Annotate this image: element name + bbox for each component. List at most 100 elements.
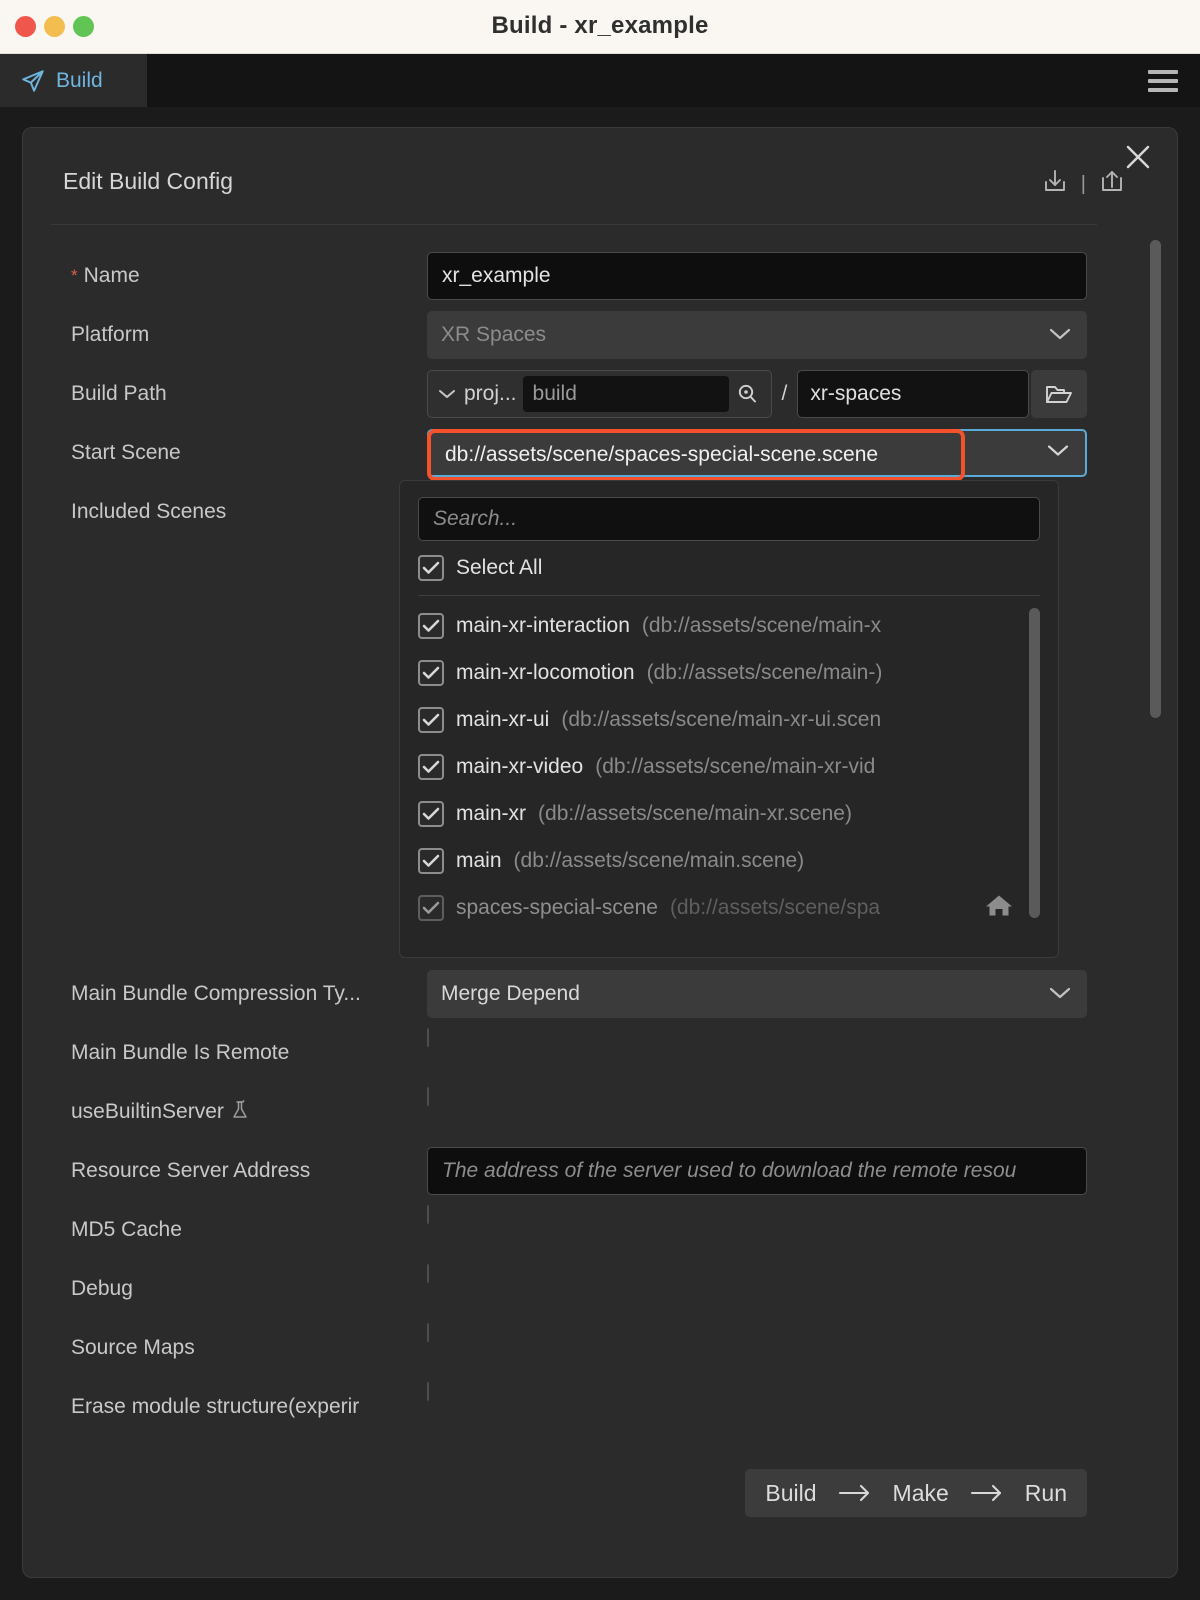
source-maps-checkbox[interactable] (427, 1323, 429, 1342)
form-row-start-scene: Start Scene db://assets/scene/spaces-spe… (71, 429, 1087, 481)
build-config-form: * Name xr_example Platform XR Spaces Bui… (23, 236, 1177, 1577)
flask-experimental-icon (230, 1098, 250, 1126)
bundle-remote-checkbox[interactable] (427, 1028, 429, 1047)
home-icon (984, 892, 1014, 923)
debug-checkbox[interactable] (427, 1264, 429, 1283)
scene-path: (db://assets/scene/spa (669, 895, 881, 919)
panel-header: Edit Build Config | (23, 128, 1177, 225)
chevron-down-icon (1049, 982, 1071, 1006)
panel-scrollbar[interactable] (1150, 240, 1161, 718)
md5-cache-checkbox[interactable] (427, 1205, 429, 1224)
bundle-remote-label: Main Bundle Is Remote (71, 1041, 290, 1064)
scene-checkbox[interactable] (418, 894, 444, 921)
tab-bar: Build (0, 54, 1200, 107)
make-button[interactable]: Make (891, 1480, 951, 1507)
resource-server-label: Resource Server Address (71, 1159, 311, 1182)
folder-open-icon[interactable] (1031, 370, 1087, 418)
resource-server-input[interactable]: The address of the server used to downlo… (427, 1147, 1087, 1195)
scene-dropdown-popup: Search... Select All main-xr-interaction… (399, 480, 1059, 958)
hamburger-menu-icon[interactable] (1148, 69, 1178, 92)
search-icon[interactable] (729, 381, 765, 407)
resource-server-placeholder: The address of the server used to downlo… (442, 1159, 1017, 1182)
scene-checkbox[interactable] (418, 753, 444, 780)
start-scene-value: db://assets/scene/spaces-special-scene.s… (427, 429, 965, 481)
chevron-down-icon (1047, 444, 1069, 463)
scene-name: main (456, 848, 502, 872)
app-window: Build - xr_example Build Edit Build Conf… (0, 0, 1200, 1600)
build-path-root-dropdown[interactable]: proj... (438, 382, 523, 406)
form-row-resource-server: Resource Server Address The address of t… (71, 1147, 1087, 1195)
list-item[interactable]: main-xr-interaction (db://assets/scene/m… (418, 602, 1040, 649)
panel-container: Edit Build Config | * Name xr_example Pl… (0, 107, 1200, 1600)
scene-checkbox[interactable] (418, 612, 444, 639)
window-title: Build - xr_example (491, 12, 709, 39)
select-all-label: Select All (456, 556, 543, 579)
arrow-right-icon (969, 1483, 1005, 1503)
scene-list: main-xr-interaction (db://assets/scene/m… (418, 602, 1040, 932)
select-all-row[interactable]: Select All (418, 541, 1040, 591)
export-icon[interactable] (1099, 168, 1125, 199)
scene-path: (db://assets/scene/main-xr-ui.scen (561, 707, 882, 731)
scene-path: (db://assets/scene/main-) (646, 660, 883, 684)
list-item[interactable]: spaces-special-scene (db://assets/scene/… (418, 884, 1040, 931)
form-row-platform: Platform XR Spaces (71, 311, 1087, 359)
platform-label: Platform (71, 323, 150, 346)
form-row-erase-module: Erase module structure(experir (71, 1382, 1087, 1431)
scene-name: main-xr-locomotion (456, 660, 635, 684)
scene-checkbox[interactable] (418, 800, 444, 827)
platform-select[interactable]: XR Spaces (427, 311, 1087, 359)
import-icon[interactable] (1042, 168, 1068, 199)
list-item[interactable]: main-xr-ui (db://assets/scene/main-xr-ui… (418, 696, 1040, 743)
list-item[interactable]: main (db://assets/scene/main.scene) (418, 837, 1040, 884)
scene-path: (db://assets/scene/main-xr.scene) (538, 801, 852, 825)
builtin-server-label: useBuiltinServer (71, 1098, 427, 1126)
form-row-source-maps: Source Maps (71, 1323, 1087, 1372)
build-path-label: Build Path (71, 382, 167, 405)
scene-path: (db://assets/scene/main-x (641, 613, 882, 637)
tab-build[interactable]: Build (0, 54, 147, 107)
edit-build-config-panel: Edit Build Config | * Name xr_example Pl… (22, 127, 1178, 1578)
included-scenes-label: Included Scenes (71, 500, 227, 523)
build-path-root-label: proj... (464, 382, 517, 405)
scene-path: (db://assets/scene/main.scene) (513, 848, 805, 872)
header-divider (51, 224, 1097, 225)
paper-plane-icon (20, 68, 46, 94)
builtin-server-label-text: useBuiltinServer (71, 1100, 224, 1123)
dropdown-divider (418, 595, 1040, 596)
erase-module-label: Erase module structure(experir (71, 1395, 360, 1418)
form-row-debug: Debug (71, 1264, 1087, 1313)
form-row-md5-cache: MD5 Cache (71, 1205, 1087, 1254)
scene-checkbox[interactable] (418, 706, 444, 733)
form-row-builtin-server: useBuiltinServer (71, 1087, 1087, 1136)
panel-toolbar: | (1042, 168, 1125, 199)
scene-search-input[interactable]: Search... (418, 497, 1040, 541)
build-path-tail-input[interactable]: xr-spaces (797, 370, 1029, 418)
build-path-separator: / (781, 382, 788, 405)
window-titlebar: Build - xr_example (0, 0, 1200, 54)
scene-name: main-xr-video (456, 754, 584, 778)
action-bar: Build Make Run (745, 1469, 1087, 1517)
list-item[interactable]: main-xr-locomotion (db://assets/scene/ma… (418, 649, 1040, 696)
run-button[interactable]: Run (1023, 1480, 1069, 1507)
scene-name: main-xr-interaction (456, 613, 630, 637)
compression-select[interactable]: Merge Depend (427, 970, 1087, 1018)
debug-label: Debug (71, 1277, 133, 1300)
scene-checkbox[interactable] (418, 659, 444, 686)
list-item[interactable]: main-xr (db://assets/scene/main-xr.scene… (418, 790, 1040, 837)
builtin-server-checkbox[interactable] (427, 1087, 429, 1106)
scene-name: main-xr-ui (456, 707, 550, 731)
compression-value: Merge Depend (441, 982, 580, 1005)
build-path-folder-input[interactable]: build (522, 376, 729, 412)
list-item[interactable]: main-xr-video (db://assets/scene/main-xr… (418, 743, 1040, 790)
select-all-checkbox[interactable] (418, 555, 444, 581)
build-button[interactable]: Build (763, 1480, 818, 1507)
required-marker: * (71, 266, 78, 285)
start-scene-label: Start Scene (71, 441, 181, 464)
tab-build-label: Build (56, 68, 103, 92)
start-scene-select[interactable]: db://assets/scene/spaces-special-scene.s… (427, 429, 1087, 481)
compression-label: Main Bundle Compression Ty... (71, 982, 361, 1005)
name-input[interactable]: xr_example (427, 252, 1087, 300)
scene-checkbox[interactable] (418, 847, 444, 874)
erase-module-checkbox[interactable] (427, 1382, 429, 1401)
form-row-bundle-remote: Main Bundle Is Remote (71, 1028, 1087, 1077)
